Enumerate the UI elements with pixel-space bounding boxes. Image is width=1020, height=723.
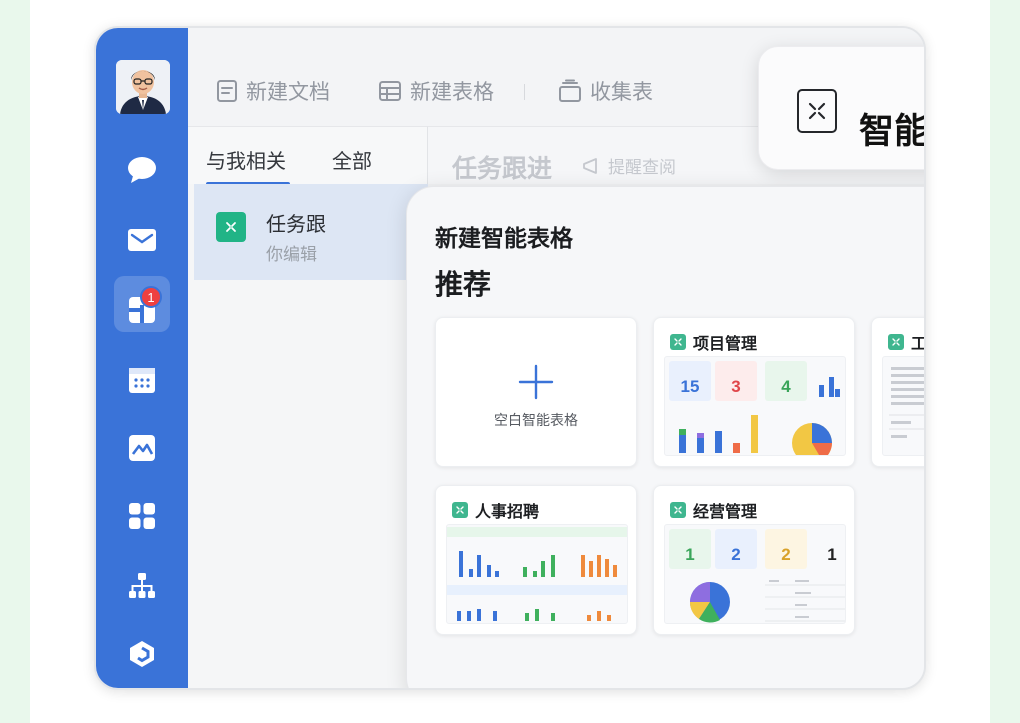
new-doc-button[interactable]: 新建文档 [216, 76, 330, 106]
blank-sheet-label: 空白智能表格 [494, 413, 578, 429]
blank-sheet-card[interactable]: 空白智能表格 [435, 317, 637, 467]
stat-tile: 1 [669, 529, 711, 569]
template-header: 工作汇报 [888, 330, 926, 354]
list-item-title: 任务跟 [266, 212, 326, 236]
template-name: 工作汇报 [911, 334, 926, 353]
tab-all[interactable]: 全部 [332, 145, 372, 174]
smart-sheet-icon [888, 334, 904, 350]
megaphone-icon [583, 157, 597, 174]
toolbar-divider [524, 84, 525, 100]
remind-label: 提醒查阅 [608, 158, 676, 178]
mini-table [765, 580, 845, 622]
stat-tile: 2 [765, 529, 807, 569]
template-preview: 1 2 2 1 [664, 524, 846, 624]
template-card-project-management[interactable]: 项目管理 15 3 4 [653, 317, 855, 467]
main-area: 新建文档 新建表格 收集表 与我相关 全部 任务跟 你编辑 任务跟进 提醒查阅 … [188, 28, 924, 688]
document-title: 任务跟进 [452, 154, 553, 183]
plus-icon [518, 364, 554, 400]
template-card-business-management[interactable]: 经营管理 1 2 2 1 [653, 485, 855, 635]
smart-sheet-icon [670, 334, 686, 350]
stat-tile: 15 [669, 361, 711, 401]
remind-button[interactable]: 提醒查阅 [582, 153, 676, 178]
mini-bar-chart [819, 377, 840, 397]
new-sheet-button[interactable]: 新建表格 [378, 76, 494, 106]
sidebar: 1 [96, 28, 188, 688]
new-doc-label: 新建文档 [246, 80, 330, 104]
app-window: 1 新建文档 新建表格 收集表 与我相关 全部 任务跟 你编辑 任务跟进 提醒查… [94, 26, 926, 690]
new-smart-sheet-dialog: 新建智能表格 推荐 空白智能表格 项目管理 15 3 4 工 人事招聘 经营管理… [406, 186, 926, 688]
new-sheet-label: 新建表格 [410, 80, 494, 104]
stat-tile: 4 [765, 361, 807, 401]
template-header: 经营管理 [670, 498, 757, 522]
template-preview [882, 356, 924, 456]
tab-related-to-me[interactable]: 与我相关 [206, 145, 286, 174]
mini-pie-chart [689, 582, 730, 623]
org-chart-icon[interactable] [126, 570, 158, 602]
collect-form-icon [559, 79, 581, 102]
template-card-work-report[interactable]: 工作汇报 [871, 317, 926, 467]
mini-text-lines [889, 367, 924, 438]
document-icon [217, 80, 237, 102]
template-card-hr-recruiting[interactable]: 人事招聘 [435, 485, 637, 635]
workbench-icon[interactable] [126, 638, 158, 670]
drive-icon[interactable] [126, 432, 158, 464]
notification-badge: 1 [140, 286, 162, 308]
mini-bar-charts [447, 527, 627, 621]
mail-icon[interactable] [126, 224, 158, 256]
chat-icon[interactable] [126, 154, 158, 186]
file-list: 任务跟 你编辑 [188, 184, 428, 688]
template-name: 人事招聘 [475, 502, 540, 521]
avatar[interactable] [116, 60, 170, 114]
tabs-bar: 与我相关 全部 [188, 126, 428, 184]
mini-stacked-bars [679, 415, 758, 453]
smart-sheet-icon [452, 502, 468, 518]
smart-sheet-icon [216, 212, 246, 242]
dialog-title: 新建智能表格 [435, 226, 573, 252]
stat-tile: 3 [715, 361, 757, 401]
template-preview [446, 524, 628, 624]
table-icon [379, 81, 401, 101]
list-item-subtitle: 你编辑 [266, 245, 317, 265]
feature-title: 智能表格 [859, 112, 926, 152]
template-preview: 15 3 4 [664, 356, 846, 456]
collect-form-label: 收集表 [590, 80, 653, 104]
smart-sheet-icon [797, 89, 837, 133]
smart-sheet-feature-card: 智能表格 [758, 46, 926, 170]
template-header: 项目管理 [670, 330, 757, 354]
template-header: 人事招聘 [452, 498, 539, 522]
list-item[interactable]: 任务跟 你编辑 [194, 184, 428, 280]
stat-tile: 1 [811, 529, 845, 569]
collect-form-button[interactable]: 收集表 [558, 76, 653, 106]
template-name: 经营管理 [693, 502, 758, 521]
smart-sheet-icon [670, 502, 686, 518]
apps-grid-icon[interactable] [126, 500, 158, 532]
template-name: 项目管理 [693, 334, 758, 353]
stat-tile: 2 [715, 529, 757, 569]
section-heading: 推荐 [435, 268, 492, 301]
mini-pie-chart [792, 423, 832, 455]
calendar-icon[interactable] [126, 364, 158, 396]
